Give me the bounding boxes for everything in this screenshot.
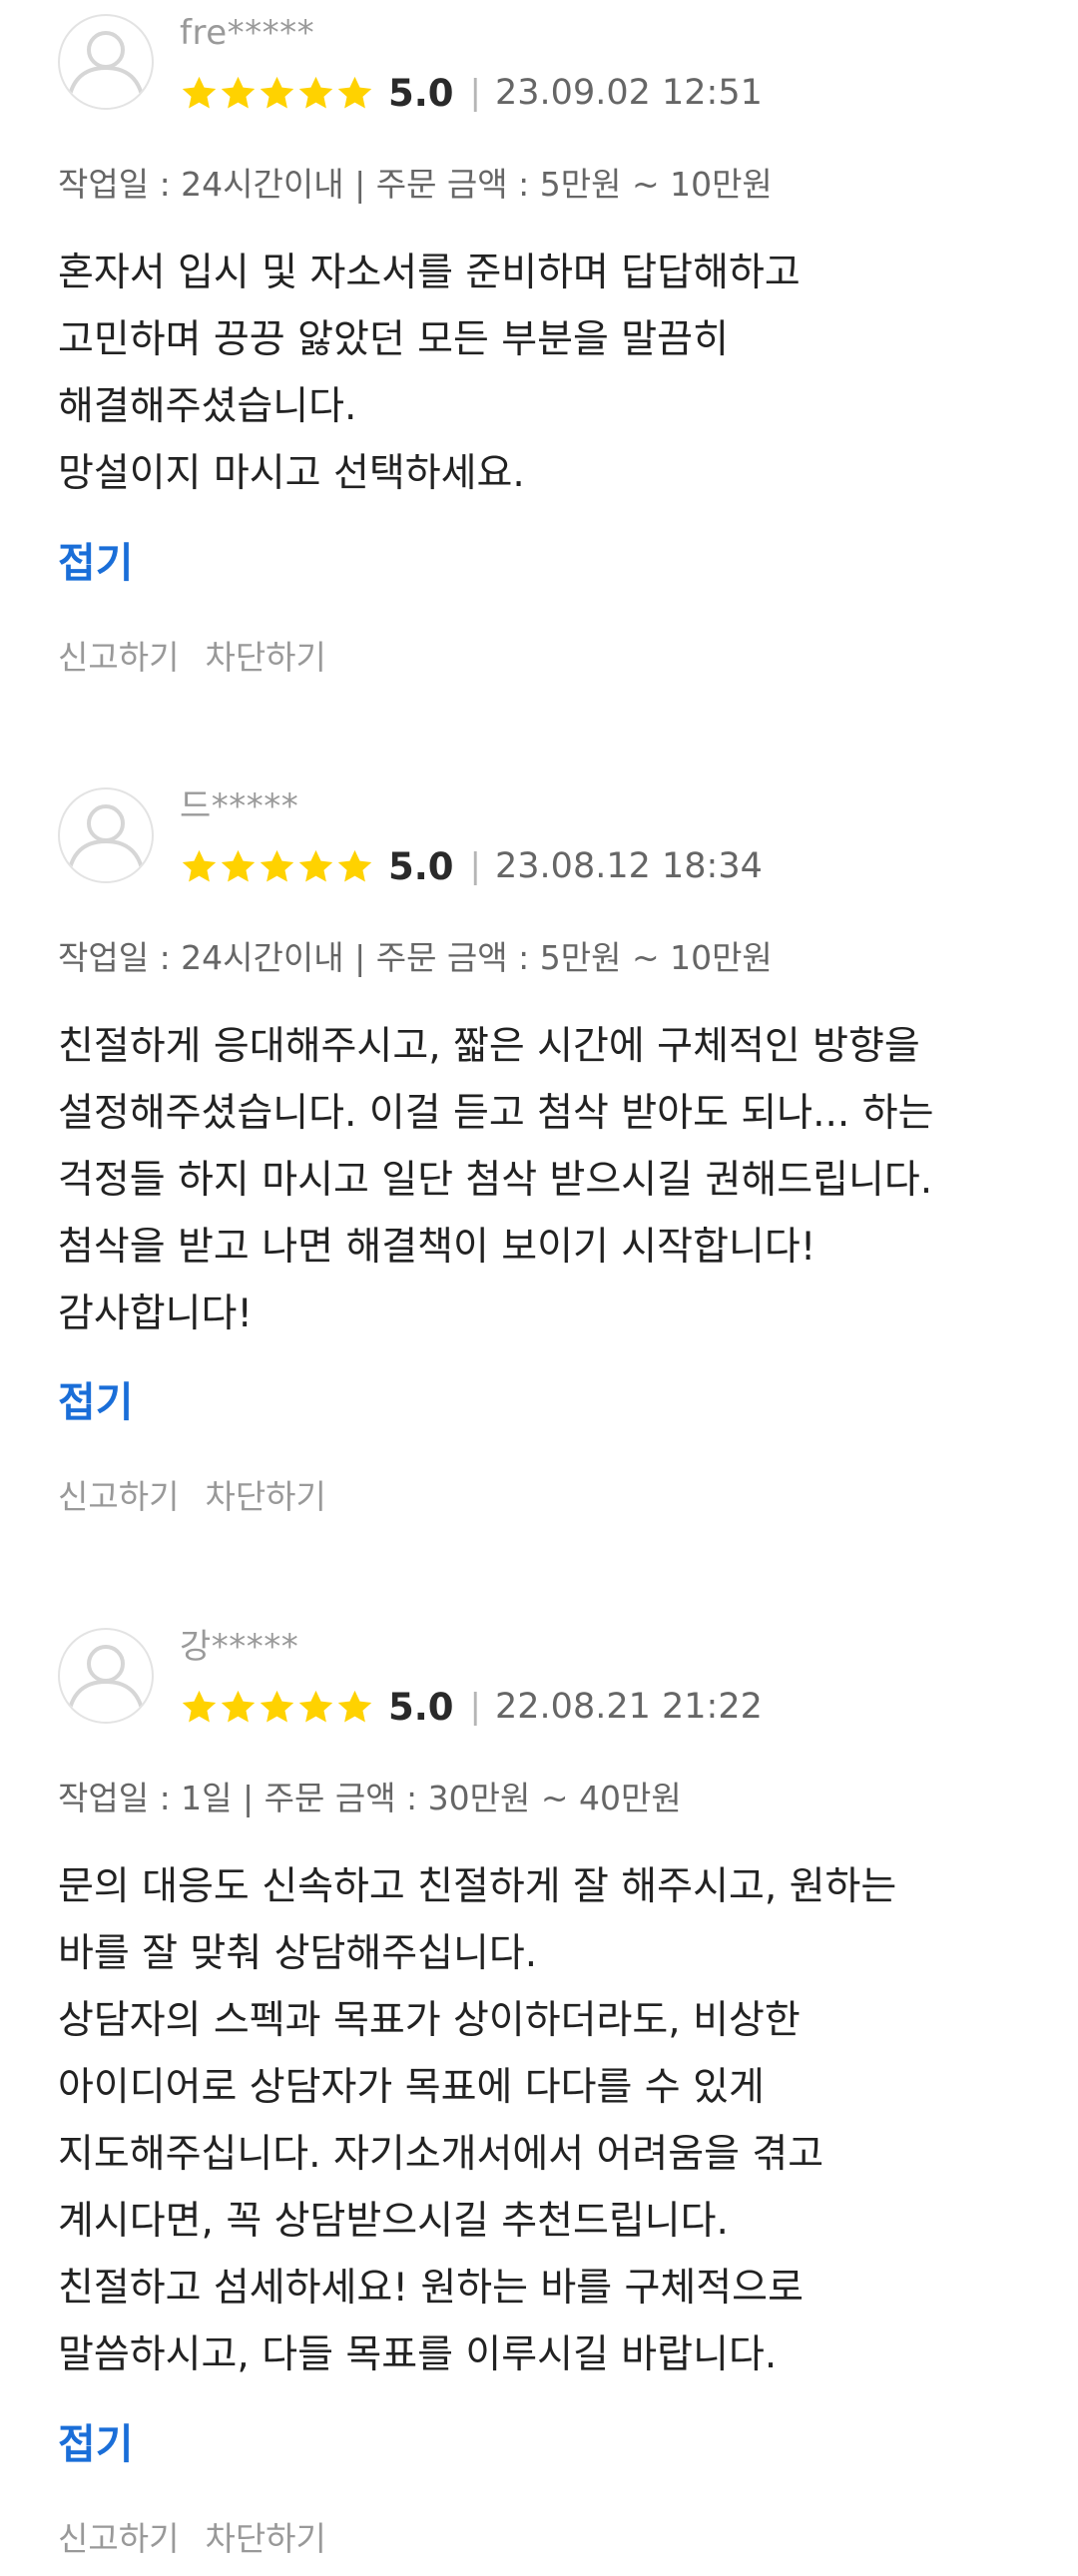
review-line: 계시다면, 꼭 상담받으시길 추천드립니다.: [58, 2199, 729, 2244]
fold-button[interactable]: 접기: [58, 529, 133, 589]
review-line: 첨삭을 받고 나면 해결책이 보이기 시작합니다!: [58, 1225, 816, 1270]
divider: |: [469, 846, 482, 886]
review-date: 23.09.02 12:51: [495, 73, 763, 113]
rating-row: 5.0 | 23.09.02 12:51: [180, 70, 763, 116]
star-rating: [180, 74, 374, 113]
rating-row: 5.0 | 22.08.21 21:22: [180, 1684, 763, 1730]
review-line: 지도해주십니다. 자기소개서에서 어려움을 겪고: [58, 2132, 824, 2177]
star-icon: [260, 76, 294, 108]
review-line: 혼자서 입시 및 자소서를 준비하며 답답해하고: [58, 251, 801, 295]
review-text: 문의 대응도 신속하고 친절하게 잘 해주시고, 원하는 바를 잘 맞춰 상담해…: [58, 1853, 1046, 2388]
review-item: 강***** 5.0 | 22.08.21 21:22 작업일 : 1일 | 주…: [0, 1614, 1078, 2576]
block-link[interactable]: 차단하기: [205, 2512, 325, 2560]
star-icon: [221, 1690, 256, 1722]
star-icon: [337, 1690, 372, 1722]
star-icon: [298, 76, 333, 108]
review-line: 상담자의 스펙과 목표가 상이하더라도, 비상한: [58, 1998, 801, 2043]
star-icon: [337, 849, 372, 881]
review-text: 친절하게 응대해주시고, 짧은 시간에 구체적인 방향을 설정해주셨습니다. 이…: [58, 1013, 1046, 1347]
star-icon: [182, 76, 217, 108]
order-meta: 작업일 : 24시간이내 | 주문 금액 : 5만원 ~ 10만원: [58, 165, 773, 204]
reviewer-nickname: fre*****: [180, 13, 315, 53]
star-icon: [182, 849, 217, 881]
review-line: 친절하고 섬세하세요! 원하는 바를 구체적으로: [58, 2266, 804, 2311]
fold-button[interactable]: 접기: [58, 1368, 133, 1428]
star-icon: [337, 76, 372, 108]
avatar[interactable]: [58, 787, 154, 883]
review-line: 감사합니다!: [58, 1291, 254, 1336]
review-line: 친절하게 응대해주시고, 짧은 시간에 구체적인 방향을: [58, 1024, 920, 1069]
avatar[interactable]: [58, 1628, 154, 1724]
star-icon: [182, 1690, 217, 1722]
avatar[interactable]: [58, 14, 154, 110]
rating-row: 5.0 | 23.08.12 18:34: [180, 843, 763, 889]
block-link[interactable]: 차단하기: [205, 631, 325, 679]
fold-button[interactable]: 접기: [58, 2410, 133, 2470]
star-icon: [260, 1690, 294, 1722]
review-actions: 신고하기 차단하기: [58, 631, 326, 679]
review-actions: 신고하기 차단하기: [58, 1470, 326, 1518]
report-link[interactable]: 신고하기: [58, 631, 179, 679]
review-date: 22.08.21 21:22: [495, 1687, 763, 1727]
divider: |: [469, 73, 482, 113]
order-meta: 작업일 : 1일 | 주문 금액 : 30만원 ~ 40만원: [58, 1779, 682, 1817]
review-line: 망설이지 마시고 선택하세요.: [58, 451, 525, 496]
review-date: 23.08.12 18:34: [495, 846, 763, 886]
review-line: 해결해주셨습니다.: [58, 384, 357, 429]
rating-score: 5.0: [388, 71, 454, 115]
star-icon: [221, 849, 256, 881]
star-icon: [221, 76, 256, 108]
star-icon: [260, 849, 294, 881]
review-actions: 신고하기 차단하기: [58, 2512, 326, 2560]
review-line: 문의 대응도 신속하고 친절하게 잘 해주시고, 원하는: [58, 1864, 897, 1909]
review-line: 아이디어로 상담자가 목표에 다다를 수 있게: [58, 2065, 765, 2110]
order-meta: 작업일 : 24시간이내 | 주문 금액 : 5만원 ~ 10만원: [58, 938, 773, 977]
star-icon: [298, 849, 333, 881]
user-silhouette-icon: [66, 31, 146, 108]
review-item: fre***** 5.0 | 23.09.02 12:51 작업일 : 24시간…: [0, 0, 1078, 699]
rating-score: 5.0: [388, 1685, 454, 1729]
review-line: 말씀하시고, 다들 목표를 이루시길 바랍니다.: [58, 2332, 778, 2377]
block-link[interactable]: 차단하기: [205, 1470, 325, 1518]
divider: |: [469, 1687, 482, 1727]
review-line: 설정해주셨습니다. 이걸 듣고 첨삭 받아도 되나... 하는: [58, 1091, 934, 1136]
review-line: 바를 잘 맞춰 상담해주십니다.: [58, 1931, 538, 1976]
review-item: 드***** 5.0 | 23.08.12 18:34 작업일 : 24시간이내…: [0, 773, 1078, 1532]
star-rating: [180, 847, 374, 886]
star-rating: [180, 1688, 374, 1727]
review-line: 걱정들 하지 마시고 일단 첨삭 받으시길 권해드립니다.: [58, 1158, 933, 1203]
user-silhouette-icon: [66, 804, 146, 881]
user-silhouette-icon: [66, 1645, 146, 1722]
report-link[interactable]: 신고하기: [58, 2512, 179, 2560]
reviewer-nickname: 강*****: [180, 1627, 299, 1667]
review-line: 고민하며 끙끙 앓았던 모든 부분을 말끔히: [58, 317, 729, 362]
rating-score: 5.0: [388, 844, 454, 888]
star-icon: [298, 1690, 333, 1722]
review-text: 혼자서 입시 및 자소서를 준비하며 답답해하고 고민하며 끙끙 앓았던 모든 …: [58, 240, 1046, 507]
reviewer-nickname: 드*****: [180, 786, 299, 826]
report-link[interactable]: 신고하기: [58, 1470, 179, 1518]
